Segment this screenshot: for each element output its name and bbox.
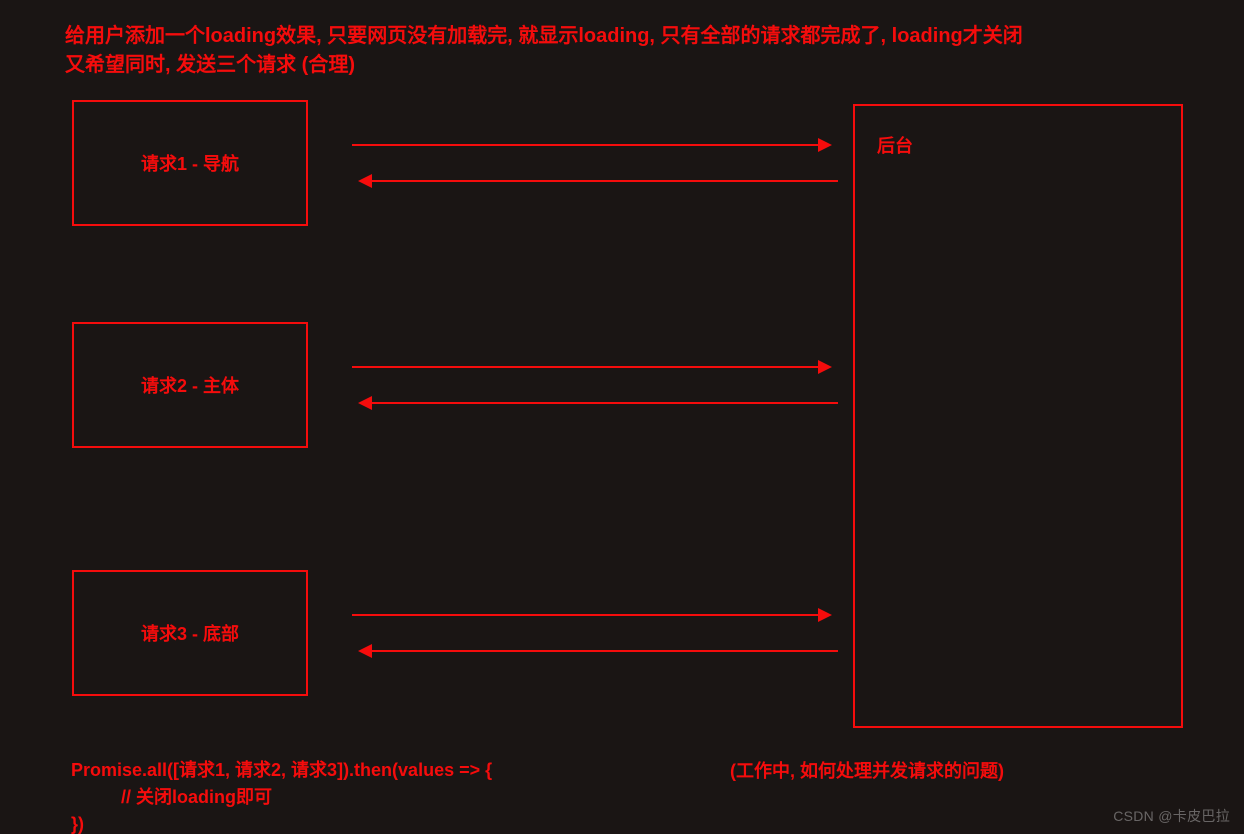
watermark: CSDN @卡皮巴拉	[1113, 806, 1230, 826]
request-3-label: 请求3 - 底部	[141, 620, 239, 646]
arrow-backend-to-req3	[360, 650, 838, 652]
arrow-req1-to-backend	[352, 144, 830, 146]
title-line-2: 又希望同时, 发送三个请求 (合理)	[65, 54, 355, 76]
request-box-1: 请求1 - 导航	[72, 100, 308, 226]
backend-box	[853, 104, 1183, 728]
code-line-1: Promise.all([请求1, 请求2, 请求3]).then(values…	[71, 760, 492, 780]
request-2-label: 请求2 - 主体	[141, 372, 239, 398]
code-snippet: Promise.all([请求1, 请求2, 请求3]).then(values…	[71, 757, 492, 834]
arrow-req2-to-backend	[352, 366, 830, 368]
request-1-label: 请求1 - 导航	[141, 150, 239, 176]
backend-label: 后台	[877, 132, 913, 158]
request-box-2: 请求2 - 主体	[72, 322, 308, 448]
code-line-3: })	[71, 814, 84, 834]
diagram-note: (工作中, 如何处理并发请求的问题)	[730, 757, 1004, 783]
diagram-title: 给用户添加一个loading效果, 只要网页没有加载完, 就显示loading,…	[65, 22, 1185, 80]
arrow-req3-to-backend	[352, 614, 830, 616]
request-box-3: 请求3 - 底部	[72, 570, 308, 696]
code-line-2: // 关闭loading即可	[71, 787, 272, 807]
arrow-backend-to-req1	[360, 180, 838, 182]
title-line-1: 给用户添加一个loading效果, 只要网页没有加载完, 就显示loading,…	[65, 25, 1023, 47]
arrow-backend-to-req2	[360, 402, 838, 404]
